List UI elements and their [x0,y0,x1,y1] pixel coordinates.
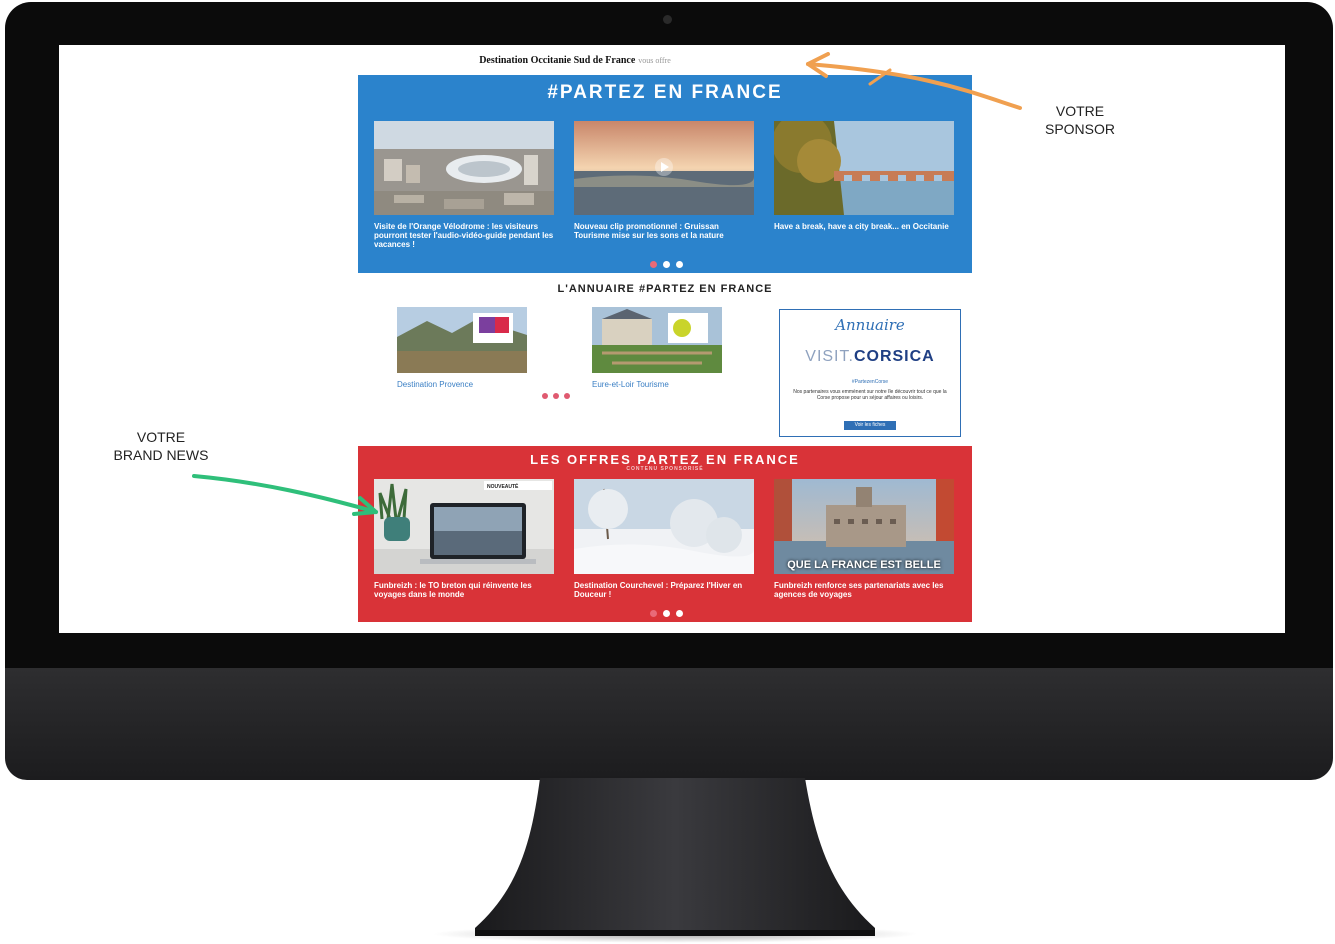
offer-card[interactable]: QUE LA FRANCE EST BELLE Funbreizh renfor… [774,479,954,599]
directory-caption[interactable]: Eure-et-Loir Tourisme [592,380,722,389]
provence-image [397,307,527,373]
carousel-dot[interactable] [662,610,670,617]
visit-corsica-logo: VISIT.CORSICA [780,348,960,366]
green-arrow-icon [192,474,378,516]
directory-caption[interactable]: Destination Provence [397,380,527,389]
carousel-dot[interactable] [542,393,548,399]
article-caption[interactable]: Have a break, have a city break... en Oc… [774,222,954,231]
visit-corsica-ad[interactable]: Annuaire VISIT.CORSICA #PartezenCorse No… [779,309,961,437]
carousel-dot[interactable] [649,261,657,268]
offer-card[interactable]: Destination Courchevel : Préparez l'Hive… [574,479,754,599]
offer-badge: NOUVEAUTÉ [487,482,519,490]
snowy-forest-image [574,479,754,574]
stadium-city-image [374,121,554,215]
corsica-description: Nos partenaires vous emmènent sur notre … [793,389,947,401]
directory-card[interactable]: Destination Provence [397,307,527,389]
offer-caption[interactable]: Destination Courchevel : Préparez l'Hive… [574,581,754,599]
bridge-river-image [772,113,954,215]
offer-caption[interactable]: Funbreizh : le TO breton qui réinvente l… [374,581,554,599]
sponsored-label: CONTENU SPONSORISÉ [626,466,704,472]
annotation-line: VOTRE [136,429,186,445]
carousel-dot[interactable] [564,393,570,399]
monitor-chin [5,668,1333,780]
directory-card[interactable]: Eure-et-Loir Tourisme [592,307,722,389]
article-card[interactable]: Visite de l'Orange Vélodrome : les visit… [374,121,554,249]
annuaire-script-logo: Annuaire [835,316,905,334]
carousel-dot[interactable] [553,393,559,399]
chateau-garden-image [592,307,722,373]
visit-text: VISIT. [805,348,854,365]
orange-arrow-icon [806,52,1022,110]
article-caption[interactable]: Nouveau clip promotionnel : Gruissan Tou… [574,222,754,240]
sponsor-suffix: vous offre [638,56,671,65]
brand-news-annotation: VOTRE BRAND NEWS [90,428,232,464]
offer-caption[interactable]: Funbreizh renforce ses partenariats avec… [774,581,954,599]
corsica-hashtag: #PartezenCorse [851,379,889,385]
directory-carousel-dots [542,393,570,399]
offer-overlay-text: QUE LA FRANCE EST BELLE [787,559,941,571]
carousel-dot[interactable] [675,610,683,617]
annotation-line: SPONSOR [1044,121,1115,137]
sponsor-annotation: VOTRE SPONSOR [1020,102,1140,138]
corsica-text: CORSICA [853,348,935,365]
carousel-dots [643,610,689,618]
webcam-icon [663,15,672,24]
annuaire-title: L'ANNUAIRE #PARTEZ EN FRANCE [557,283,773,295]
carousel-dot[interactable] [675,261,683,268]
offer-card[interactable]: NOUVEAUTÉ Funbreizh : le TO breton qui r… [374,479,554,599]
annotation-line: BRAND NEWS [113,447,209,463]
article-caption[interactable]: Visite de l'Orange Vélodrome : les visit… [374,222,554,249]
monitor-stand [475,778,875,936]
panel-title: LES OFFRES PARTEZ EN FRANCE [530,452,800,467]
carousel-dot[interactable] [662,261,670,268]
offres-panel: LES OFFRES PARTEZ EN FRANCE CONTENU SPON… [358,446,972,622]
sponsor-name[interactable]: Destination Occitanie Sud de France [479,55,635,66]
sponsor-line[interactable]: Destination Occitanie Sud de France vous … [359,55,791,66]
carousel-dots [643,261,689,269]
article-card[interactable]: Nouveau clip promotionnel : Gruissan Tou… [574,121,754,240]
article-card[interactable]: Have a break, have a city break... en Oc… [772,113,954,231]
sunset-coast-video-image [574,121,754,215]
voir-les-fiches-button[interactable]: Voir les fiches [844,421,896,430]
carousel-dot[interactable] [649,610,657,617]
annotation-line: VOTRE [1055,103,1105,119]
laptop-plant-image: NOUVEAUTÉ [374,479,554,574]
